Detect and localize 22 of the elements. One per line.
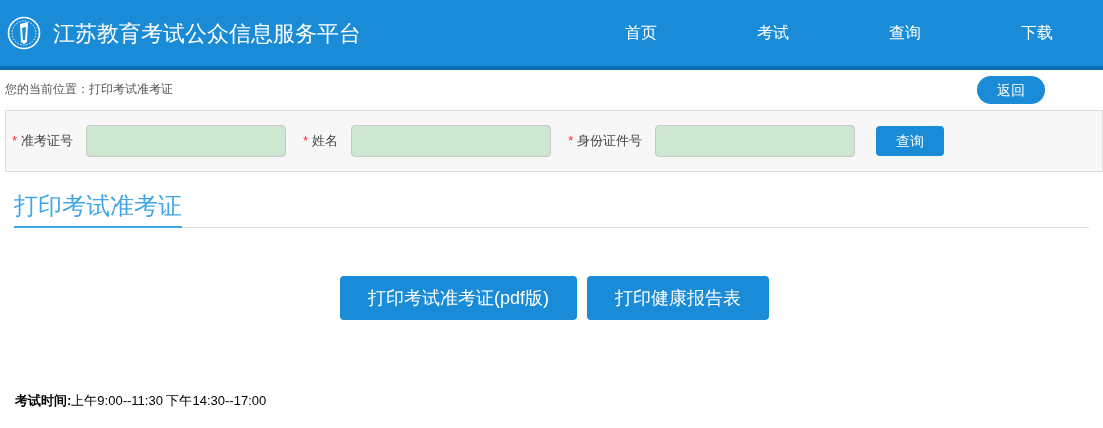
section-title: 打印考试准考证	[14, 188, 182, 228]
nav-link[interactable]: 首页	[575, 21, 707, 45]
field-label: 身份证件号	[577, 132, 643, 151]
required-mark: *	[568, 132, 574, 151]
nav-link[interactable]: 下载	[971, 21, 1103, 45]
input-field[interactable]	[351, 125, 552, 157]
field-label: 准考证号	[21, 132, 74, 151]
nav-link[interactable]: 查询	[839, 21, 971, 45]
nav-link[interactable]: 考试	[707, 21, 839, 45]
exam-time-note: 考试时间:上午9:00--11:30 下午14:30--17:00	[15, 393, 267, 408]
search-button[interactable]: 查询	[876, 126, 945, 156]
required-mark: *	[12, 132, 18, 151]
emblem-logo	[7, 16, 41, 50]
print-button[interactable]: 打印考试准考证(pdf版)	[340, 276, 577, 320]
input-field[interactable]	[655, 125, 856, 157]
field-label: 姓名	[312, 132, 339, 151]
input-field[interactable]	[86, 125, 287, 157]
site-title: 江苏教育考试公众信息服务平台	[53, 19, 361, 48]
required-mark: *	[303, 132, 309, 151]
back-button[interactable]: 返回	[977, 76, 1045, 104]
breadcrumb: 您的当前位置：打印考试准考证	[5, 81, 173, 98]
print-button[interactable]: 打印健康报告表	[587, 276, 769, 320]
